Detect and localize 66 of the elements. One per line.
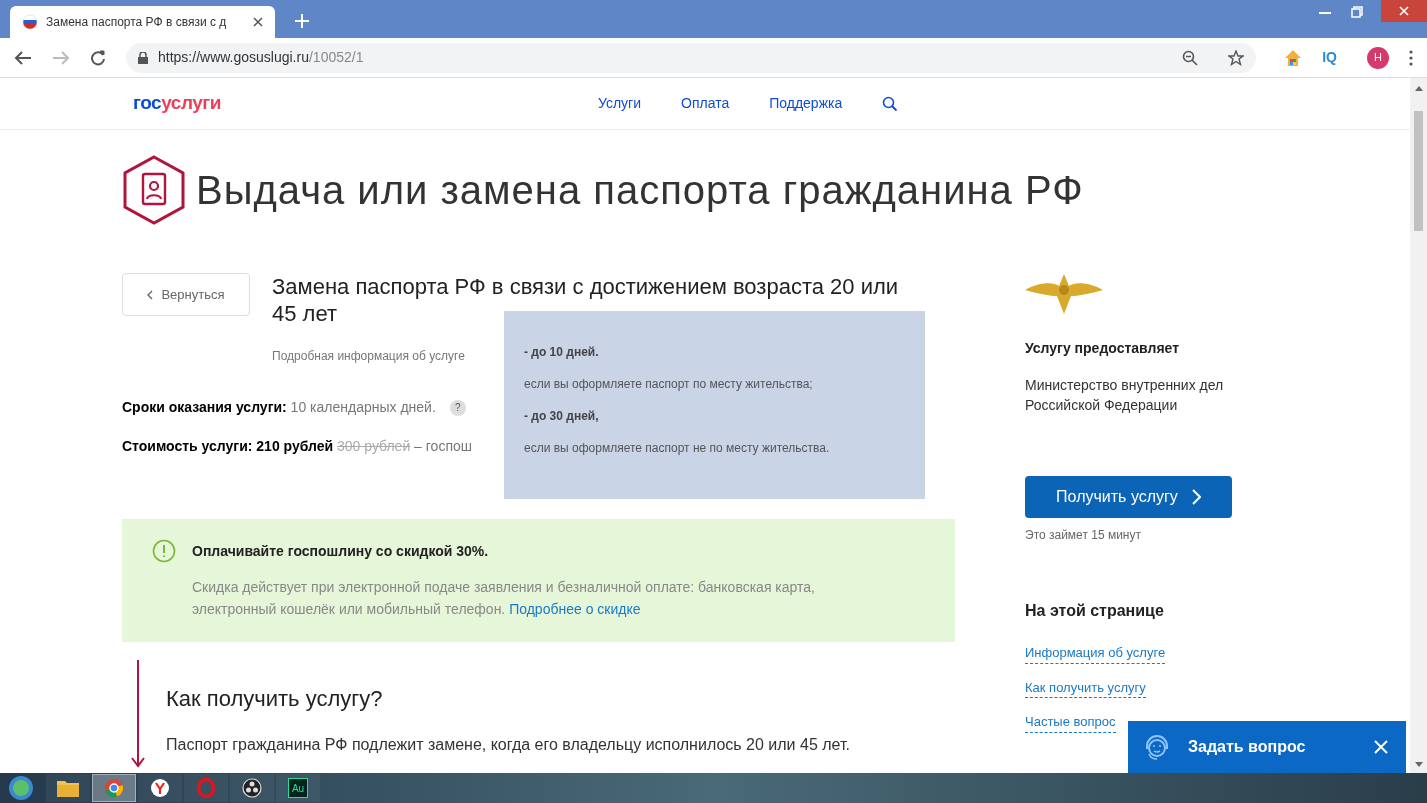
page-title: Выдача или замена паспорта гражданина РФ [196, 167, 1084, 214]
tooltip-line: - до 10 дней. [524, 344, 600, 361]
chevron-left-icon [147, 289, 154, 300]
toc-link[interactable]: Как получить услугу [1025, 677, 1146, 698]
site-logo[interactable]: госуслуги [133, 89, 221, 118]
get-service-button[interactable]: Получить услугу [1025, 476, 1232, 518]
ring-icon [196, 778, 216, 798]
y-browser-icon [150, 778, 170, 798]
folder-icon [57, 779, 79, 797]
help-button[interactable]: ? [449, 399, 466, 416]
scroll-thumb[interactable] [1414, 111, 1423, 231]
search-icon[interactable] [882, 95, 899, 112]
new-tab-icon[interactable] [295, 14, 309, 28]
lock-icon [138, 51, 148, 64]
star-icon[interactable] [1228, 49, 1245, 66]
toc-link[interactable]: Информация об услуге [1025, 643, 1166, 664]
close-icon[interactable] [253, 17, 263, 27]
nav-link[interactable]: Поддержка [769, 93, 843, 114]
nav-link[interactable]: Услуги [597, 93, 642, 114]
nav-link[interactable]: Оплата [681, 93, 730, 114]
exclamation-icon [152, 539, 176, 563]
tooltip-line: если вы оформляете паспорт по месту жительства; [524, 376, 814, 393]
tab-title: Замена паспорта РФ в связи с д [46, 14, 228, 31]
provider-heading: Услугу предоставляет [1025, 339, 1181, 358]
tooltip-line: если вы оформляете паспорт не по месту жительства. [524, 440, 831, 457]
section-text: Паспорт гражданина РФ подлежит замене, когда его владельцу исполнилось 20 или 45 лет. [166, 735, 850, 755]
browser-icon [104, 778, 124, 798]
back-button[interactable]: Вернуться [122, 273, 250, 316]
scrollbar[interactable] [1410, 78, 1427, 773]
provider-name: Министерство внутренних дел Российской Федерации [1025, 376, 1225, 415]
taskbar-app[interactable] [230, 774, 274, 802]
browser-tab[interactable]: Замена паспорта РФ в связи с д [10, 6, 275, 38]
house-icon[interactable] [1284, 48, 1303, 67]
close-icon [1399, 6, 1409, 16]
passport-hexagon-icon [122, 155, 186, 225]
scroll-up-icon[interactable] [1414, 86, 1423, 91]
chat-label: Задать вопрос [1188, 737, 1307, 757]
toc-heading: На этой странице [1025, 601, 1165, 621]
restore-icon[interactable] [1351, 6, 1363, 18]
duration-text: Это займет 15 минут [1025, 527, 1142, 544]
scroll-down-icon[interactable] [1414, 762, 1423, 767]
tooltip-line: - до 30 дней, [524, 408, 600, 425]
discount-link[interactable]: Подробнее о скидке [509, 601, 641, 617]
menu-icon[interactable] [1409, 49, 1413, 66]
service-terms: Сроки оказания услуги: 10 календарных дней. [122, 398, 436, 417]
reload-icon[interactable] [90, 49, 106, 66]
url-text: https://www.gosuslugi.ru/10052/1 [158, 48, 365, 67]
close-window-button[interactable] [1381, 0, 1427, 22]
record-app-icon [242, 778, 262, 798]
back-icon[interactable] [14, 49, 32, 66]
notice-title: Оплачивайте госпошлину со скидкой 30%. [192, 542, 490, 561]
toc-link[interactable]: Частые вопрос [1025, 712, 1116, 733]
section-title: Как получить услугу? [166, 685, 384, 713]
chevron-right-icon [1191, 489, 1201, 505]
service-title: Замена паспорта РФ в связи с достижением возраста 20 или 45 лет [272, 273, 900, 327]
profile-avatar[interactable]: H [1367, 46, 1389, 69]
flag-icon [22, 14, 38, 30]
notice-text: Скидка действует при электронной подаче заявления и безналичной оплате: банковская карта, электронный кошелёк или мобильный телефон. Подробнее о скидке [192, 578, 816, 619]
address-bar[interactable]: https://www.gosuslugi.ru/10052/1 [126, 42, 1257, 73]
zoom-icon[interactable] [1182, 49, 1199, 66]
service-cost: Стоимость услуги: 210 рублей 300 рублей – госпош [122, 438, 472, 454]
taskbar-app[interactable]: Au [276, 774, 320, 802]
taskbar-app[interactable] [138, 774, 182, 802]
taskbar-app[interactable] [46, 774, 90, 802]
chat-widget[interactable]: Задать вопрос [1128, 721, 1406, 773]
extension-button[interactable]: IQ [1322, 47, 1337, 68]
